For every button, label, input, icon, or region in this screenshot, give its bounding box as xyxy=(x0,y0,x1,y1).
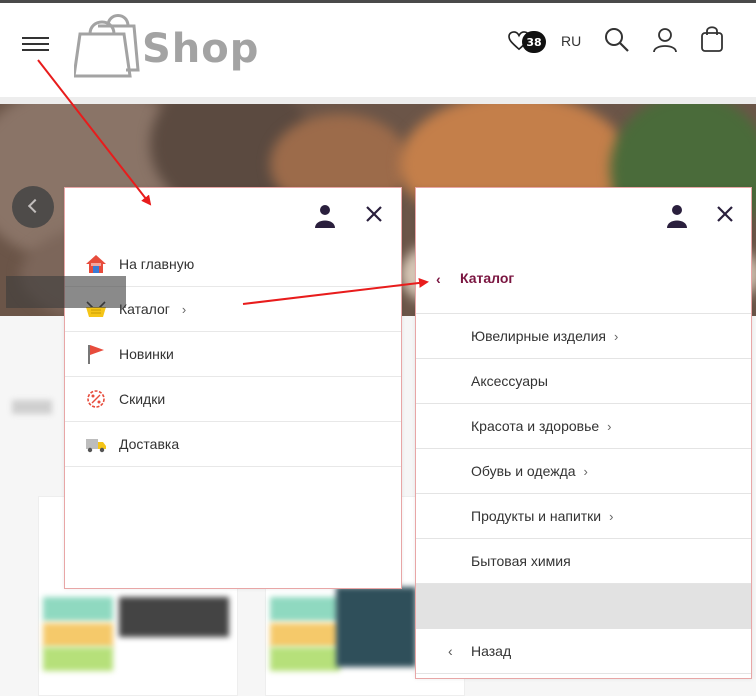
catalog-item-text: Продукты и напитки xyxy=(471,508,602,524)
catalog-item-text: Обувь и одежда xyxy=(471,463,576,479)
menu-icon[interactable] xyxy=(22,37,49,51)
catalog-item-clothing[interactable]: Обувь и одежда › xyxy=(416,449,751,494)
submenu-spacer xyxy=(416,584,751,629)
menu-item-text: Каталог xyxy=(119,301,170,317)
catalog-item-text: Ювелирные изделия xyxy=(471,328,606,344)
menu-item-delivery[interactable]: Доставка xyxy=(65,422,401,467)
catalog-item-label: Продукты и напитки › xyxy=(471,508,613,524)
catalog-submenu-panel: ‹ Каталог Ювелирные изделия › Аксессуары … xyxy=(415,187,752,679)
shopping-bag-logo-icon xyxy=(74,14,140,78)
chevron-right-icon: › xyxy=(583,464,588,479)
catalog-item-food[interactable]: Продукты и напитки › xyxy=(416,494,751,539)
user-icon[interactable] xyxy=(652,27,678,53)
catalog-header[interactable]: ‹ Каталог xyxy=(416,256,751,314)
logo[interactable]: Shop xyxy=(74,12,264,78)
catalog-item-jewelry[interactable]: Ювелирные изделия › xyxy=(416,314,751,359)
catalog-item-household[interactable]: Бытовая химия xyxy=(416,539,751,584)
catalog-item-accessories[interactable]: Аксессуары xyxy=(416,359,751,404)
menu-item-discounts[interactable]: Скидки xyxy=(65,377,401,422)
catalog-title: Каталог xyxy=(460,270,515,286)
back-label: Назад xyxy=(471,643,512,659)
breadcrumb xyxy=(12,400,52,414)
truck-icon xyxy=(86,439,106,453)
search-icon[interactable] xyxy=(604,27,630,53)
menu-item-label: Каталог › xyxy=(119,301,186,317)
close-icon[interactable] xyxy=(716,205,734,223)
catalog-item-text: Красота и здоровье xyxy=(471,418,600,434)
favorites-count-badge: 38 xyxy=(522,31,546,53)
header-divider xyxy=(0,97,756,104)
site-header: Shop 38 RU xyxy=(0,3,756,97)
catalog-item-label: Ювелирные изделия › xyxy=(471,328,618,344)
user-icon[interactable] xyxy=(667,204,687,228)
catalog-item-label: Бытовая химия xyxy=(471,553,571,569)
flag-icon xyxy=(88,345,104,364)
back-button[interactable]: ‹ Назад xyxy=(416,629,751,674)
chevron-left-icon: ‹ xyxy=(448,643,453,659)
logo-text: Shop xyxy=(142,26,260,72)
banner-caption xyxy=(6,276,126,308)
mobile-menu-panel: На главную Каталог › Новинки Скидки Дост… xyxy=(64,187,402,589)
menu-item-label: На главную xyxy=(119,256,195,272)
bag-icon[interactable] xyxy=(700,25,724,53)
menu-item-new[interactable]: Новинки xyxy=(65,332,401,377)
catalog-item-label: Красота и здоровье › xyxy=(471,418,612,434)
close-icon[interactable] xyxy=(365,205,383,223)
chevron-right-icon: › xyxy=(607,419,612,434)
language-switch[interactable]: RU xyxy=(561,33,581,49)
chevron-right-icon: › xyxy=(609,509,614,524)
catalog-item-beauty[interactable]: Красота и здоровье › xyxy=(416,404,751,449)
menu-item-label: Доставка xyxy=(119,436,180,452)
user-icon[interactable] xyxy=(315,204,335,228)
chevron-left-icon[interactable]: ‹ xyxy=(436,271,441,287)
catalog-item-label: Аксессуары xyxy=(471,373,548,389)
banner-prev-button[interactable] xyxy=(12,186,54,228)
catalog-item-label: Обувь и одежда › xyxy=(471,463,588,479)
menu-item-label: Скидки xyxy=(119,391,166,407)
chevron-right-icon: › xyxy=(613,329,619,344)
favorites-button[interactable]: 38 xyxy=(508,27,546,57)
home-icon xyxy=(86,255,106,273)
menu-item-label: Новинки xyxy=(119,346,174,362)
chevron-right-icon: › xyxy=(181,302,187,317)
discount-icon xyxy=(87,390,105,408)
